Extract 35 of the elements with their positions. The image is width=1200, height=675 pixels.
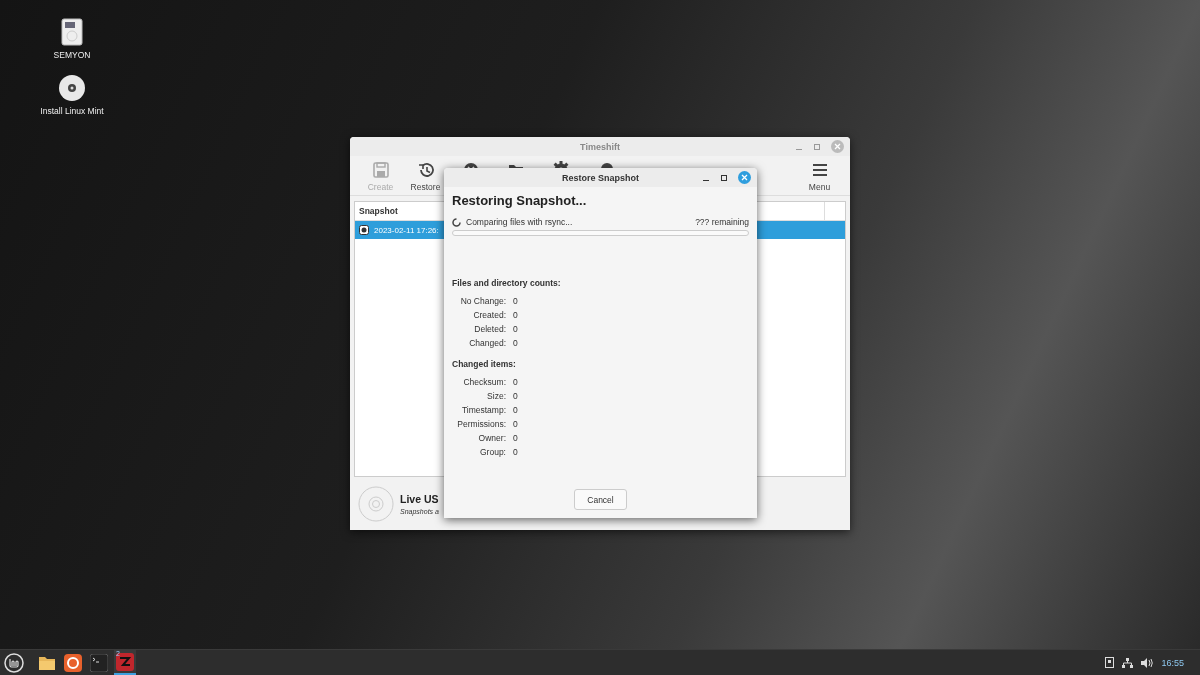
stat-label: Size: [486,391,506,402]
stat-value: 0 [513,447,518,458]
stat-value: 0 [513,296,518,307]
stat-value: 0 [513,405,518,416]
table-cell: 2023-02-11 17:26: [374,225,439,235]
stat-label: Group: [479,447,506,458]
stat-label: Changed: [468,338,506,349]
stat-value: 0 [513,433,518,444]
stat-label: Created: [472,310,506,321]
status-title: Live US [400,492,439,505]
stat-value: 0 [513,391,518,402]
dialog-heading: Restoring Snapshot... [452,193,588,208]
stat-value: 0 [513,324,518,335]
clock[interactable]: 16:55 [1161,657,1184,668]
status-text: Comparing files with rsync... [466,217,574,227]
stat-value: 0 [513,377,518,388]
stat-value: 0 [513,419,518,430]
restore-button[interactable]: Restore [403,161,448,192]
stat-label: Checksum: [462,377,506,388]
stat-label: Owner: [477,433,506,444]
stat-label: No Change: [459,296,506,307]
menu-button[interactable]: Menu [797,161,842,192]
stat-label: Timestamp: [460,405,506,416]
remaining-text: ??? remaining [695,217,749,227]
section-heading: Changed items: [452,359,517,369]
stat-value: 0 [513,338,518,349]
cancel-button[interactable]: Cancel [574,489,627,510]
stat-value: 0 [513,310,518,321]
stat-label: Deleted: [473,324,506,335]
section-heading: Files and directory counts: [452,278,562,288]
window-title: Timeshift [580,141,620,152]
desktop-icon-label[interactable]: SEMYON [53,50,91,60]
stat-label: Permissions: [456,419,506,430]
desktop-icon-label[interactable]: Install Linux Mint [40,106,104,116]
dialog-title: Restore Snapshot [562,172,639,183]
